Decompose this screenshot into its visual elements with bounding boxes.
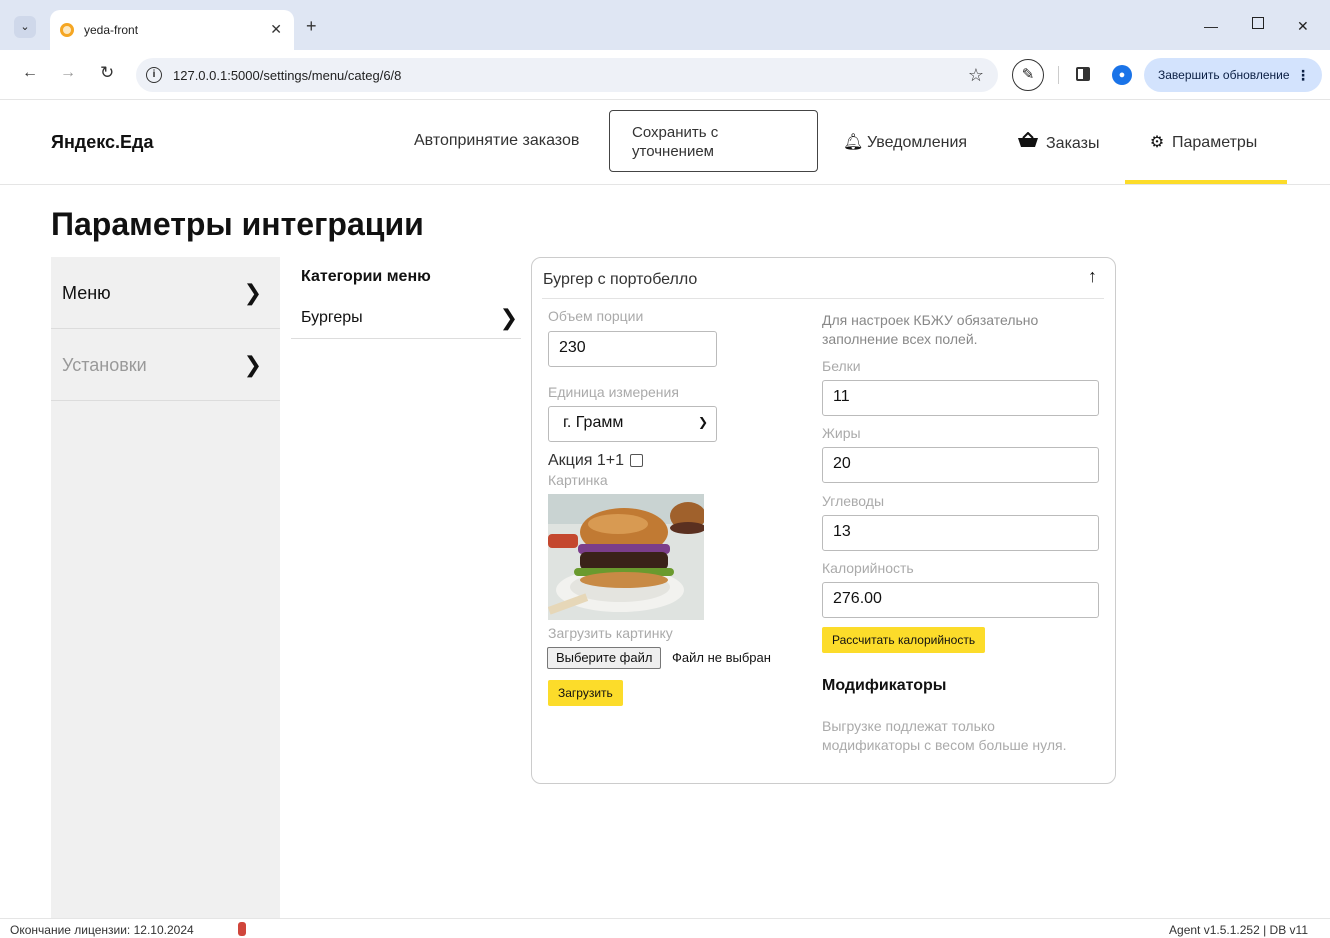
sidebar-item-label: Установки — [62, 355, 147, 375]
version-info: Agent v1.5.1.252 | DB v11 — [1169, 923, 1308, 937]
save-label-line2: уточнением — [632, 143, 714, 160]
calories-input[interactable]: 276.00 — [822, 582, 1099, 618]
status-footer: Окончание лицензии: 12.10.2024 Agent v1.… — [0, 918, 1330, 938]
product-card: Бургер с портобелло ↑ Объем порции 230 Е… — [531, 257, 1116, 784]
save-label-line1: Сохранить с — [632, 124, 719, 141]
protein-label: Белки — [822, 358, 861, 374]
back-icon[interactable]: ← — [22, 64, 38, 82]
unit-selected-value: г. Грамм — [563, 414, 624, 431]
chevron-right-icon: ❯ — [243, 352, 262, 377]
nav-notifications-label: Уведомления — [867, 134, 968, 151]
protein-input[interactable]: 11 — [822, 380, 1099, 416]
product-title: Бургер с портобелло — [543, 271, 698, 288]
page-title: Параметры интеграции — [51, 206, 424, 242]
reload-icon[interactable]: ↻ — [100, 63, 114, 83]
gear-icon: ⚙ — [1149, 134, 1165, 151]
new-tab-icon[interactable]: + — [306, 17, 317, 35]
browser-tab[interactable]: yeda-front ✕ — [50, 10, 294, 50]
site-info-icon[interactable]: i — [146, 67, 162, 83]
unit-label: Единица измерения — [548, 384, 679, 400]
app-header: Яндекс.Еда Автопринятие заказов Сохранит… — [0, 100, 1330, 185]
close-window-icon[interactable]: ✕ — [1297, 18, 1309, 35]
nav-orders-label: Заказы — [1046, 135, 1100, 152]
promo-label: Акция 1+1 — [548, 452, 625, 469]
nav-settings-label: Параметры — [1172, 134, 1258, 151]
forward-icon[interactable]: → — [60, 64, 76, 82]
portion-input[interactable]: 230 — [548, 331, 717, 367]
kebab-menu-icon[interactable]: ⋮ — [1296, 58, 1310, 92]
burger-image — [548, 494, 704, 620]
license-expiry: Окончание лицензии: 12.10.2024 — [10, 923, 194, 937]
carbs-input[interactable]: 13 — [822, 515, 1099, 551]
sidebar-item-label: Меню — [62, 283, 111, 303]
promo-checkbox[interactable] — [630, 454, 644, 468]
finish-update-button[interactable]: Завершить обновление ⋮ — [1144, 58, 1322, 92]
nav-orders[interactable]: Заказы — [1016, 131, 1100, 153]
save-with-clarification-button[interactable]: Сохранить с уточнением — [609, 110, 818, 172]
maximize-icon[interactable] — [1252, 17, 1264, 29]
chevron-down-icon: ❯ — [697, 415, 708, 429]
kbju-note: Для настроек КБЖУ обязательно заполнение… — [822, 311, 1038, 349]
kbju-note-line1: Для настроек КБЖУ обязательно — [822, 312, 1039, 328]
calculate-calories-button[interactable]: Рассчитать калорийность — [822, 627, 986, 653]
tab-close-icon[interactable]: ✕ — [270, 21, 282, 38]
url-text[interactable]: 127.0.0.1:5000/settings/menu/categ/6/8 — [173, 68, 401, 83]
upload-button[interactable]: Загрузить — [548, 680, 623, 706]
basket-icon — [1016, 131, 1040, 153]
favicon-icon — [60, 23, 74, 37]
nav-auto-accept[interactable]: Автопринятие заказов — [414, 132, 579, 150]
profile-avatar-icon[interactable]: ● — [1112, 65, 1132, 85]
license-status-indicator — [238, 922, 246, 936]
nav-settings[interactable]: ⚙ Параметры — [1148, 132, 1257, 152]
logo[interactable]: Яндекс.Еда — [51, 132, 153, 153]
toolbar-divider — [1058, 66, 1059, 84]
calories-label: Калорийность — [822, 560, 914, 576]
categories-title: Категории меню — [301, 268, 431, 285]
modifiers-title: Модификаторы — [822, 677, 947, 694]
unit-select[interactable]: г. Грамм ❯ — [548, 406, 717, 442]
extensions-icon[interactable]: ✎ — [1012, 59, 1044, 91]
tab-title: yeda-front — [84, 23, 139, 37]
tab-search-icon[interactable]: ⌄ — [14, 16, 36, 38]
bookmark-star-icon[interactable]: ☆ — [968, 65, 984, 86]
nav-notifications[interactable]: 🔔︎ Уведомления — [843, 132, 967, 152]
settings-sidebar: Меню ❯ Установки ❯ — [51, 257, 280, 918]
arrow-up-icon[interactable]: ↑ — [1088, 266, 1097, 287]
category-item-burgers[interactable]: Бургеры ❯ — [291, 298, 521, 339]
modifiers-note-line1: Выгрузке подлежат только — [822, 718, 995, 734]
modifiers-note: Выгрузке подлежат только модификаторы с … — [822, 717, 1066, 755]
minimize-icon[interactable]: — — [1204, 18, 1218, 34]
bell-icon: 🔔︎ — [843, 134, 864, 151]
carbs-label: Углеводы — [822, 493, 885, 509]
browser-tab-strip: ⌄ yeda-front ✕ + — ✕ — [0, 0, 1330, 50]
choose-file-button[interactable]: Выберите файл — [547, 647, 662, 669]
active-nav-indicator — [1125, 180, 1287, 184]
modifiers-note-line2: модификаторы с весом больше нуля. — [822, 737, 1067, 753]
sidebar-item-settings[interactable]: Установки ❯ — [51, 329, 280, 401]
finish-update-label: Завершить обновление — [1158, 68, 1290, 82]
sidebar-item-menu[interactable]: Меню ❯ — [51, 257, 280, 329]
promo-row: Акция 1+1 — [548, 452, 644, 470]
upload-image-label: Загрузить картинку — [548, 625, 673, 641]
chevron-right-icon: ❯ — [243, 280, 262, 305]
image-label: Картинка — [548, 472, 608, 488]
chevron-right-icon: ❯ — [499, 305, 518, 330]
kbju-note-line2: заполнение всех полей. — [822, 331, 978, 347]
portion-label: Объем порции — [548, 308, 644, 324]
file-status: Файл не выбран — [672, 650, 771, 665]
fat-label: Жиры — [822, 425, 861, 441]
address-bar[interactable]: i 127.0.0.1:5000/settings/menu/categ/6/8… — [136, 58, 998, 92]
card-divider — [542, 298, 1104, 299]
side-panel-icon[interactable] — [1076, 67, 1090, 81]
fat-input[interactable]: 20 — [822, 447, 1099, 483]
category-label: Бургеры — [301, 309, 363, 326]
